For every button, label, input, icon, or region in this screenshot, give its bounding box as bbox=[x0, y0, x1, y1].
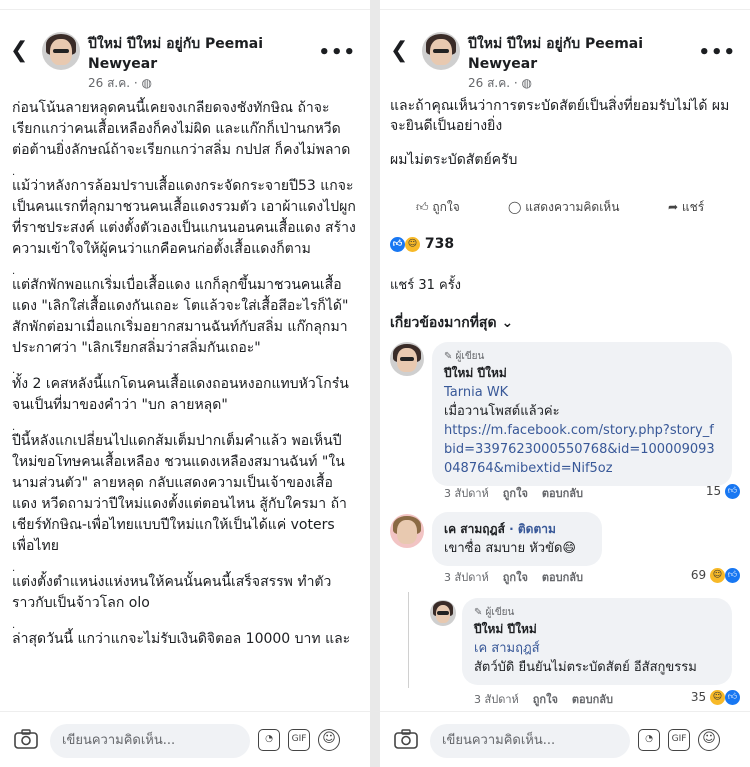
post-paragraph: แม้ว่าหลังการล้อมปราบเสื้อแดงกระจัดกระจา… bbox=[12, 178, 356, 257]
back-arrow-icon[interactable]: ❮ bbox=[10, 38, 28, 63]
comment-composer: เขียนความคิดเห็น... ◔ GIF ☺ bbox=[380, 711, 750, 767]
reaction-number: 35 bbox=[690, 690, 707, 704]
emoji-icon[interactable]: ☺ bbox=[698, 729, 720, 751]
reaction-summary[interactable]: 👍︎ ☺ 738 bbox=[390, 236, 454, 252]
author-badge: ✎ ผู้เขียน bbox=[444, 351, 485, 362]
comment-text: เขาซื่อ สมบาย หัวขัด😄 bbox=[444, 541, 576, 556]
commenter-name[interactable]: ปีใหม่ ปีใหม่ bbox=[444, 364, 720, 383]
post-actions: 👍︎ ถูกใจ ◯ แสดงความคิดเห็น ➦ แชร์ bbox=[380, 198, 750, 222]
comment-like-button[interactable]: ถูกใจ bbox=[503, 487, 528, 500]
follow-link[interactable]: · ติดตาม bbox=[509, 522, 556, 536]
comment: เค สามฤฎส์ · ติดตาม เขาซื่อ สมบาย หัวขัด… bbox=[380, 512, 750, 592]
author-badge: ✎ ผู้เขียน bbox=[474, 607, 515, 618]
author-name[interactable]: ปีใหม่ ปีใหม่ อยู่กับ Peemai Newyear bbox=[468, 34, 678, 74]
post-paragraph: ทั้ง 2 เคสหลังนี้แกโดนคนเสื้อแดงถอนหงอกแ… bbox=[12, 376, 349, 413]
comment-button[interactable]: ◯ แสดงความคิดเห็น bbox=[508, 198, 619, 217]
like-reaction-icon: 👍︎ bbox=[390, 236, 405, 252]
comment-time: 3 สัปดาห์ bbox=[444, 571, 489, 584]
comment-composer: เขียนความคิดเห็น... ◔ GIF ☺ bbox=[0, 711, 370, 767]
commenter-name[interactable]: เค สามฤฎส์ · ติดตาม bbox=[444, 520, 590, 539]
haha-reaction-icon: ☺ bbox=[710, 690, 725, 705]
like-reaction-icon: 👍︎ bbox=[725, 484, 740, 499]
share-button[interactable]: ➦ แชร์ bbox=[668, 198, 704, 217]
gif-icon[interactable]: GIF bbox=[668, 729, 690, 751]
comment-reply-button[interactable]: ตอบกลับ bbox=[572, 693, 613, 706]
mention-link[interactable]: Tarnia WK bbox=[444, 383, 720, 402]
top-edge bbox=[0, 0, 370, 10]
comment-text: เมื่อวานโพสต์แล้วค่ะ bbox=[444, 404, 560, 419]
commenter-name[interactable]: ปีใหม่ ปีใหม่ bbox=[474, 620, 720, 639]
more-options-icon[interactable]: ••• bbox=[698, 42, 736, 63]
post-paragraph: แต่สักพักพอแกเริ่มเบื่อเสื้อแดง แกก็ลุกข… bbox=[12, 277, 349, 356]
comment: ✎ ผู้เขียน ปีใหม่ ปีใหม่ Tarnia WK เมื่อ… bbox=[380, 342, 750, 502]
comment-input[interactable]: เขียนความคิดเห็น... bbox=[50, 724, 250, 758]
avatar[interactable] bbox=[42, 32, 80, 70]
comment-like-button[interactable]: ถูกใจ bbox=[533, 693, 558, 706]
comment-filter[interactable]: เกี่ยวข้องมากที่สุด ⌄ bbox=[390, 312, 513, 334]
avatar[interactable] bbox=[390, 514, 424, 548]
top-edge bbox=[380, 0, 750, 10]
post-paragraph: ผมไม่ตระบัดสัตย์ครับ bbox=[390, 152, 518, 168]
haha-reaction-icon: ☺ bbox=[710, 568, 725, 583]
comment-bubble: ✎ ผู้เขียน ปีใหม่ ปีใหม่ Tarnia WK เมื่อ… bbox=[432, 342, 732, 486]
post-paragraph: แต่งตั้งตำแหน่งแห่งหนให้คนนั้นคนนี้เสร็จ… bbox=[12, 574, 332, 611]
comment-bubble: ✎ ผู้เขียน ปีใหม่ ปีใหม่ เค สามฤฎส์ สัตว… bbox=[462, 598, 732, 685]
avatar[interactable] bbox=[422, 32, 460, 70]
comment-reply-button[interactable]: ตอบกลับ bbox=[542, 571, 583, 584]
post-paragraph: ก่อนโน้นลายหลุดคนนี้เคยจงเกลียดจงชังทักษ… bbox=[12, 100, 351, 158]
like-reaction-icon: 👍︎ bbox=[725, 568, 740, 583]
avatar[interactable] bbox=[390, 342, 424, 376]
post-body: ก่อนโน้นลายหลุดคนนี้เคยจงเกลียดจงชังทักษ… bbox=[12, 98, 356, 659]
comment-text: สัตว์บัดิ ยืนยันไม่ตระบัดสัตย์ อีสัสกูขร… bbox=[474, 660, 697, 675]
post-body: และถ้าคุณเห็นว่าการตระบัดสัตย์เป็นสิ่งที… bbox=[390, 96, 738, 184]
left-screenshot: ❮ ปีใหม่ ปีใหม่ อยู่กับ Peemai Newyear 2… bbox=[0, 0, 370, 767]
comment-time: 3 สัปดาห์ bbox=[474, 693, 519, 706]
back-arrow-icon[interactable]: ❮ bbox=[390, 38, 408, 63]
gif-icon[interactable]: GIF bbox=[288, 729, 310, 751]
post-paragraph: ปีนี้หลังแกเปลี่ยนไปแดกส้มเต็มปากเต็มคำแ… bbox=[12, 433, 347, 554]
comment-footer: 3 สัปดาห์ ถูกใจ ตอบกลับ bbox=[474, 690, 613, 708]
comment-like-button[interactable]: ถูกใจ bbox=[503, 571, 528, 584]
sticker-icon[interactable]: ◔ bbox=[258, 729, 280, 751]
reaction-number: 69 bbox=[690, 568, 707, 582]
comment-reaction-count[interactable]: 35 ☺ 👍︎ bbox=[691, 690, 740, 705]
emoji-icon[interactable]: ☺ bbox=[318, 729, 340, 751]
right-screenshot: ❮ ปีใหม่ ปีใหม่ อยู่กับ Peemai Newyear 2… bbox=[380, 0, 750, 767]
comment-reaction-count[interactable]: 69 ☺ 👍︎ bbox=[691, 568, 740, 583]
share-count[interactable]: แชร์ 31 ครั้ง bbox=[390, 274, 461, 295]
comment-reply-button[interactable]: ตอบกลับ bbox=[542, 487, 583, 500]
comment-bubble: เค สามฤฎส์ · ติดตาม เขาซื่อ สมบาย หัวขัด… bbox=[432, 512, 602, 566]
post-date: 26 ส.ค. · ◍ bbox=[88, 76, 152, 90]
sticker-icon[interactable]: ◔ bbox=[638, 729, 660, 751]
post-paragraph: และถ้าคุณเห็นว่าการตระบัดสัตย์เป็นสิ่งที… bbox=[390, 98, 730, 134]
comment-time: 3 สัปดาห์ bbox=[444, 487, 489, 500]
haha-reaction-icon: ☺ bbox=[405, 236, 420, 252]
avatar[interactable] bbox=[430, 600, 456, 626]
post-header: ❮ ปีใหม่ ปีใหม่ อยู่กับ Peemai Newyear 2… bbox=[380, 28, 750, 98]
comment-reply: ✎ ผู้เขียน ปีใหม่ ปีใหม่ เค สามฤฎส์ สัตว… bbox=[380, 598, 750, 708]
like-reaction-icon: 👍︎ bbox=[725, 690, 740, 705]
comment-footer: 3 สัปดาห์ ถูกใจ ตอบกลับ bbox=[444, 484, 583, 502]
reaction-count: 738 bbox=[424, 236, 455, 252]
like-button[interactable]: 👍︎ ถูกใจ bbox=[416, 198, 460, 217]
author-name[interactable]: ปีใหม่ ปีใหม่ อยู่กับ Peemai Newyear bbox=[88, 34, 298, 74]
story-link[interactable]: https://m.facebook.com/story.php?story_f… bbox=[444, 421, 720, 478]
more-options-icon[interactable]: ••• bbox=[318, 42, 356, 63]
post-paragraph: ล่าสุดวันนี้ แกว่าแกจะไม่รับเงินดิจิตอล … bbox=[12, 631, 351, 647]
post-header: ❮ ปีใหม่ ปีใหม่ อยู่กับ Peemai Newyear 2… bbox=[0, 28, 370, 98]
camera-icon[interactable] bbox=[14, 729, 38, 749]
comment-input[interactable]: เขียนความคิดเห็น... bbox=[430, 724, 630, 758]
mention-link[interactable]: เค สามฤฎส์ bbox=[474, 639, 720, 658]
reaction-number: 15 bbox=[705, 484, 722, 498]
post-date: 26 ส.ค. · ◍ bbox=[468, 76, 532, 90]
camera-icon[interactable] bbox=[394, 729, 418, 749]
comment-reaction-count[interactable]: 15 👍︎ bbox=[706, 484, 740, 499]
comment-footer: 3 สัปดาห์ ถูกใจ ตอบกลับ bbox=[444, 568, 583, 586]
